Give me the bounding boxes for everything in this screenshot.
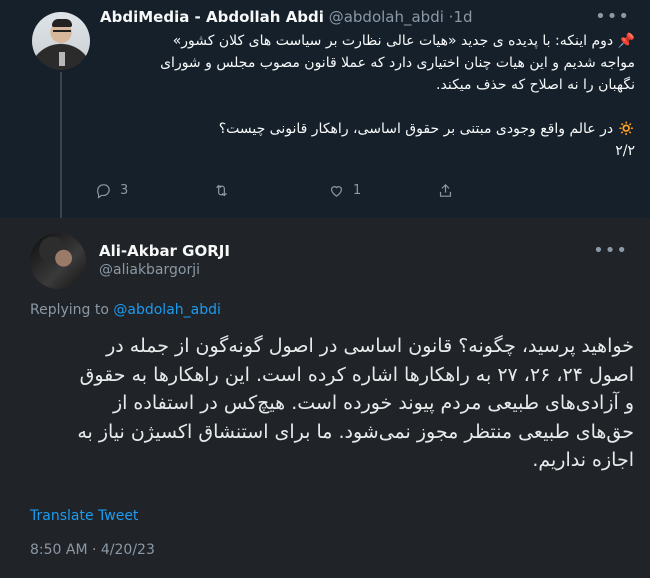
tweet-text: خواهید پرسید، چگونه؟ قانون اساسی در اصول… [28,332,634,475]
tweet-line: و آزادی‌های طبیعی مردم پیوند خورده است. … [112,392,634,414]
more-icon[interactable]: ••• [595,6,630,27]
reply-icon [97,184,110,199]
tweet-line: ۲/۲ [615,143,635,159]
share-button[interactable] [437,182,454,199]
tweet-text: 📌 دوم اینکه: با پدیده ی جدید «هیات عالی … [95,30,635,162]
retweet-icon [216,184,227,197]
tweet-line: اجازه نداریم. [532,449,634,471]
main-tweet: Ali-Akbar GORJI @aliakbargorji ••• Reply… [0,218,650,578]
tweet-time[interactable]: 1d [453,8,472,26]
tweet-line: اصول ۲۴، ۲۶، ۲۷ به راهکارها اشاره کرده ا… [79,363,634,386]
tweet-line: 🔅 در عالم واقع وجودی مبتنی بر حقوق اساسی… [218,121,635,137]
like-icon [330,186,343,197]
tweet-line: نگهبان را نه اصلاح که حذف میکند. [436,77,635,93]
author-handle[interactable]: @abdolah_abdi [329,8,444,26]
tweet-header: AbdiMedia - Abdollah Abdi @abdolah_abdi … [100,8,473,26]
author-handle[interactable]: @aliakbargorji [99,262,200,278]
avatar[interactable] [30,233,86,289]
reply-button[interactable]: 3 [95,182,128,199]
tweet-line: خواهید پرسید، چگونه؟ قانون اساسی در اصول… [106,335,634,357]
avatar[interactable] [32,12,90,70]
translate-tweet-link[interactable]: Translate Tweet [30,508,138,524]
author-name[interactable]: AbdiMedia - Abdollah Abdi [100,8,324,26]
reply-count: 3 [120,183,129,198]
like-button[interactable]: 1 [328,182,361,199]
tweet-line: مواجه شدیم و این هیات چنان اختیاری دارد … [160,55,635,71]
tweet-line: 📌 دوم اینکه: با پدیده ی جدید «هیات عالی … [172,33,635,49]
replying-to-link[interactable]: @abdolah_abdi [113,302,221,318]
thread-connector [60,72,62,222]
replying-to: Replying to @abdolah_abdi [30,302,221,318]
tweet-actions: 3 1 [95,182,475,206]
tweet-thread: AbdiMedia - Abdollah Abdi @abdolah_abdi … [0,0,650,578]
tweet-line: حق‌های طبیعی منتظر مجوز نمی‌شود. ما برای… [77,420,634,443]
replying-prefix: Replying to [30,302,109,318]
share-icon [439,183,452,197]
parent-tweet[interactable]: AbdiMedia - Abdollah Abdi @abdolah_abdi … [0,0,650,222]
author-name[interactable]: Ali-Akbar GORJI [99,242,230,260]
like-count: 1 [353,183,362,198]
more-icon[interactable]: ••• [593,240,628,261]
retweet-button[interactable] [213,182,238,199]
tweet-timestamp[interactable]: 8:50 AM · 4/20/23 [30,542,155,558]
